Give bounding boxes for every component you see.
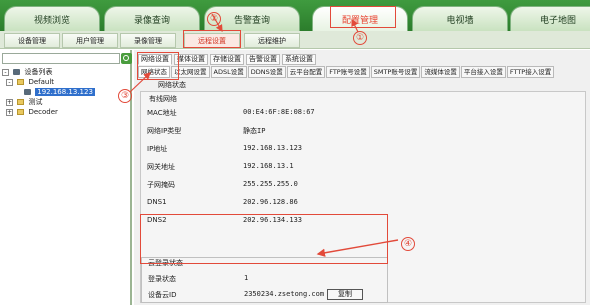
- value-dns1: 202.96.128.86: [243, 198, 298, 206]
- tab-device-management[interactable]: 设备管理: [4, 33, 60, 48]
- tab-user-management[interactable]: 用户管理: [62, 33, 118, 48]
- tab-e-map[interactable]: 电子地图: [510, 6, 590, 31]
- folder-icon: [17, 79, 25, 85]
- annotation-box-remote: [183, 30, 241, 48]
- tab-ddns-settings[interactable]: DDNS设置: [247, 66, 286, 78]
- search-input[interactable]: [2, 53, 120, 64]
- tab-ftp-settings[interactable]: FTP账号设置: [326, 66, 370, 78]
- label-mac: MAC地址: [147, 109, 177, 117]
- tab-cloud-config[interactable]: 云平台配置: [286, 66, 326, 78]
- value-ip-type: 静态IP: [243, 127, 266, 135]
- label-login-status: 登录状态: [148, 275, 176, 283]
- annotation-box-cloud: [140, 214, 388, 264]
- tab-system-settings[interactable]: 系统设置: [282, 54, 316, 65]
- tree-item-label: Default: [28, 78, 55, 86]
- tab-stream-settings[interactable]: 流媒体设置: [421, 66, 460, 78]
- annotation-box-network: [137, 52, 179, 80]
- value-cloud-id: 2350234.zsetong.com: [244, 290, 325, 298]
- expand-icon[interactable]: +: [6, 108, 13, 116]
- tree-root[interactable]: - 设备列表: [0, 67, 132, 77]
- network-status-panel: 有线网络 MAC地址 00:E4:6F:8E:08:67 网络IP类型 静态IP…: [140, 91, 586, 303]
- tree-item-decoder[interactable]: + Decoder: [0, 107, 132, 117]
- annotation-badge-3: ③: [118, 89, 132, 103]
- tree-item-device[interactable]: 192.168.13.123: [0, 87, 132, 97]
- tree-root-label: 设备列表: [24, 68, 53, 76]
- tab-storage-settings[interactable]: 存储设置: [210, 54, 244, 65]
- search-icon[interactable]: [121, 53, 132, 64]
- tree-item-default[interactable]: - Default: [0, 77, 132, 87]
- network-tabs: 网络状态 以太网设置 ADSL设置 DDNS设置 云平台配置 FTP账号设置 S…: [138, 66, 555, 78]
- label-dns1: DNS1: [147, 198, 167, 206]
- device-tree-pane: - 设备列表 - Default 192.168.13.123 + 测试 + D…: [0, 50, 132, 305]
- tab-fttp-access[interactable]: FTTP接入设置: [506, 66, 555, 78]
- tree-item-label: Decoder: [28, 108, 58, 116]
- device-list-icon: [13, 69, 21, 75]
- value-ip: 192.168.13.123: [243, 144, 303, 152]
- tab-remote-maintenance[interactable]: 远程维护: [244, 33, 300, 48]
- top-navigation: 视频浏览 录像查询 告警查询 配置管理 电视墙 电子地图: [0, 0, 590, 31]
- label-ip: IP地址: [147, 145, 168, 153]
- settings-area: 网络设置 媒体设置 存储设置 告警设置 系统设置 网络状态 以太网设置 ADSL…: [134, 50, 590, 305]
- copy-button[interactable]: 复制: [327, 289, 363, 300]
- expand-icon[interactable]: +: [6, 98, 13, 106]
- collapse-icon[interactable]: -: [6, 78, 13, 86]
- tab-record-management[interactable]: 录像管理: [120, 33, 176, 48]
- tab-media-settings[interactable]: 媒体设置: [174, 54, 208, 65]
- value-mac: 00:E4:6F:8E:08:67: [243, 108, 315, 116]
- annotation-badge-4: ④: [401, 237, 415, 251]
- selected-device-label: 192.168.13.123: [35, 88, 95, 96]
- collapse-icon[interactable]: -: [2, 68, 9, 76]
- tab-tv-wall[interactable]: 电视墙: [412, 6, 508, 31]
- annotation-badge-1: ①: [353, 31, 367, 45]
- value-login-status: 1: [244, 274, 249, 282]
- value-gateway: 192.168.13.1: [243, 162, 294, 170]
- tab-adsl-settings[interactable]: ADSL设置: [210, 66, 247, 78]
- tab-platform-access[interactable]: 平台接入设置: [460, 66, 506, 78]
- annotation-box-config: [330, 6, 396, 28]
- label-cloud-id: 设备云ID: [148, 291, 177, 299]
- tab-video-browse[interactable]: 视频浏览: [4, 6, 100, 31]
- device-tree: - 设备列表 - Default 192.168.13.123 + 测试 + D…: [0, 67, 132, 117]
- label-gateway: 网关地址: [147, 163, 175, 171]
- tab-smtp-settings[interactable]: SMTP账号设置: [370, 66, 421, 78]
- tab-alarm-settings[interactable]: 告警设置: [246, 54, 280, 65]
- tab-record-query[interactable]: 录像查询: [104, 6, 200, 31]
- wired-network-title: 有线网络: [149, 95, 177, 103]
- annotation-badge-2: ②: [207, 12, 221, 26]
- page-subtitle: 网络状态: [158, 81, 186, 89]
- folder-icon: [17, 109, 25, 115]
- value-subnet: 255.255.255.0: [243, 180, 298, 188]
- label-subnet: 子网掩码: [147, 181, 175, 189]
- folder-icon: [17, 99, 25, 105]
- camera-icon: [24, 89, 31, 95]
- tree-item-label: 测试: [28, 98, 43, 106]
- label-ip-type: 网络IP类型: [147, 127, 182, 135]
- sub-navigation: 设备管理 用户管理 录像管理 远程设置 远程维护: [0, 31, 590, 49]
- tree-item-test[interactable]: + 测试: [0, 97, 132, 107]
